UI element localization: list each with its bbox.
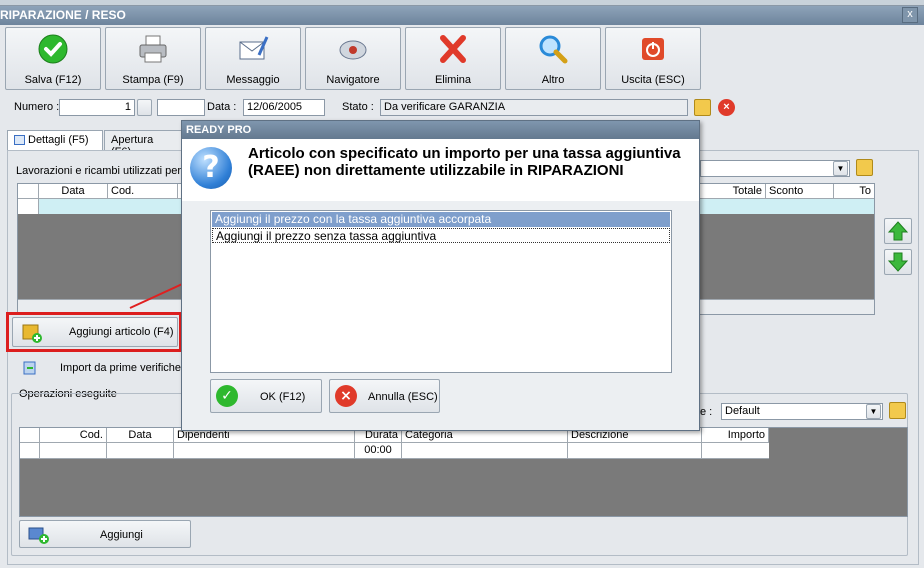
cancel-label: Annulla (ESC) [368,391,438,403]
check-icon: ✓ [216,385,238,407]
cancel-x-icon: × [335,385,357,407]
ok-label: OK (F12) [260,391,306,403]
cancel-button[interactable]: × Annulla (ESC) [329,379,440,413]
dialog-message: Articolo con specificato un importo per … [248,145,681,179]
ready-pro-dialog: READY PRO ? Articolo con specificato un … [181,120,700,431]
ok-button[interactable]: ✓ OK (F12) [210,379,322,413]
option-without-tax[interactable]: Aggiungi il prezzo senza tassa aggiuntiv… [212,228,670,243]
dialog-message-area: ? Articolo con specificato un importo pe… [182,139,699,201]
dialog-title: READY PRO [182,121,699,139]
question-icon: ? [190,147,232,189]
option-with-tax[interactable]: Aggiungi il prezzo con la tassa aggiunti… [212,212,670,227]
options-list[interactable]: Aggiungi il prezzo con la tassa aggiunti… [210,210,672,373]
